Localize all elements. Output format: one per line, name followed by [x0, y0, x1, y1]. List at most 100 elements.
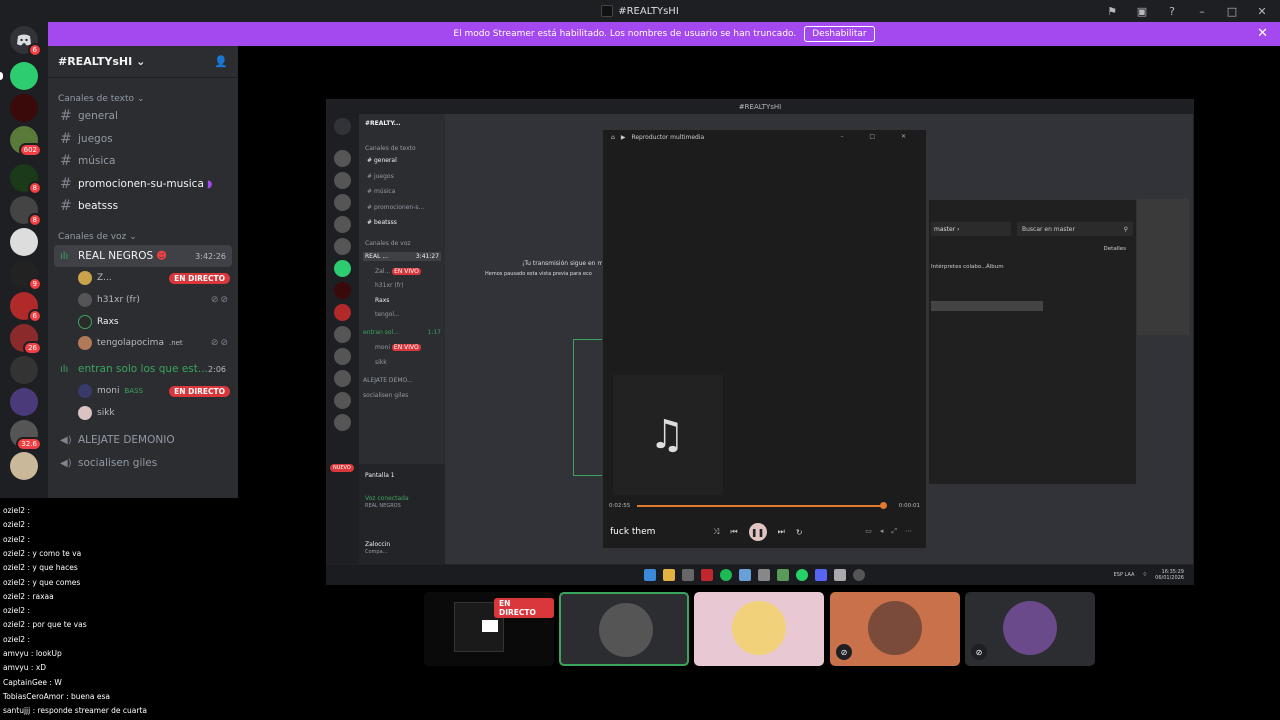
next-icon[interactable]: ⏭	[778, 527, 785, 537]
system-tray: ESP LAA ⌔ 16:35:29 06/01/2026	[1113, 569, 1184, 581]
close-button[interactable]: ✕	[1254, 5, 1270, 18]
server-cracked-icon[interactable]: 8	[10, 164, 42, 195]
inner-home-icon	[334, 118, 351, 135]
user-tile[interactable]	[694, 592, 824, 666]
chat-username: oziel2	[3, 591, 26, 601]
voice-user[interactable]: Z... EN DIRECTO	[78, 268, 230, 288]
user-tile[interactable]	[559, 592, 689, 666]
explorer-path[interactable]: master ›	[931, 222, 1011, 236]
file-explorer-window: master › Buscar en master ⚲ Detalles Inté…	[928, 199, 1137, 485]
player-extra-controls[interactable]: ▭◂⤢⋯	[865, 527, 920, 536]
explorer-column[interactable]: Intérpretes colabo...	[931, 264, 986, 270]
chat-username: amvyu	[3, 663, 29, 673]
user-tile[interactable]: ⊘	[965, 592, 1095, 666]
chat-line: oziel2 : por que te vas	[3, 620, 87, 629]
voice-user[interactable]: Raxs	[78, 312, 230, 332]
voice-user[interactable]: h31xr (fr) ⊘⊘	[78, 290, 230, 310]
player-window-controls[interactable]: – □ ✕	[840, 133, 918, 140]
channel-musica[interactable]: # música	[54, 150, 232, 172]
server-avatar-icon[interactable]	[10, 452, 38, 480]
clock: 16:35:29 06/01/2026	[1155, 569, 1184, 581]
server-avatar-icon[interactable]: 26	[10, 324, 42, 355]
previous-icon[interactable]: ⏮	[730, 527, 737, 537]
avatar	[78, 293, 92, 307]
help-icon[interactable]: ?	[1164, 5, 1180, 18]
voice-user[interactable]: tengolapocima .net ⊘⊘	[78, 333, 230, 353]
server-header[interactable]: #REALTYsHI ⌄ 👤	[48, 46, 238, 78]
chat-username: oziel2	[3, 577, 26, 587]
spotify-icon	[720, 569, 732, 581]
voice-channel-socialisen[interactable]: ◀) socialisen giles	[54, 452, 232, 474]
chat-separator: :	[28, 663, 36, 673]
search-icon: ⚲	[1123, 225, 1128, 233]
server-avatar-icon[interactable]: 9	[10, 260, 42, 291]
server-avatar-icon[interactable]: 8	[10, 196, 42, 227]
channel-general[interactable]: # general	[54, 105, 232, 127]
progress-bar[interactable]	[637, 502, 887, 509]
voice-channel-entran[interactable]: ılı entran solo los que est... 2:06	[54, 358, 232, 380]
screen-share-icon[interactable]: ▣	[1134, 5, 1150, 18]
explorer-details[interactable]: Detalles	[1104, 246, 1126, 252]
server-avatar-icon[interactable]: 32.6	[10, 420, 42, 451]
maximize-button[interactable]: □	[1224, 5, 1240, 18]
live-badge: EN DIRECTO	[169, 272, 230, 284]
badge: 6	[27, 43, 42, 57]
user-tile[interactable]: ⊘	[830, 592, 960, 666]
add-member-icon[interactable]: 👤	[214, 55, 228, 68]
explorer-search[interactable]: Buscar en master ⚲	[1017, 222, 1133, 236]
chat-line: TobiasCeroAmor : buena esa	[3, 692, 110, 701]
server-lightning-icon[interactable]	[10, 62, 38, 90]
channel-promocionen[interactable]: # promocionen-su-musica ◗	[54, 173, 232, 195]
new-badge: NUEVO	[330, 464, 354, 472]
voice-user[interactable]: moni BASS EN DIRECTO	[78, 381, 230, 401]
chevron-down-icon: ⌄	[129, 232, 137, 242]
explorer-row[interactable]	[931, 301, 1043, 311]
server-end-icon[interactable]	[10, 228, 38, 256]
voice-channel-alejate[interactable]: ◀) ALEJATE DEMONIO	[54, 429, 232, 451]
chevron-down-icon: ⌄	[136, 55, 146, 68]
server-avatar-icon[interactable]	[10, 388, 38, 416]
server-avatar-icon[interactable]: 602	[10, 126, 42, 157]
chat-username: oziel2	[3, 563, 26, 573]
voice-user[interactable]: sikk	[78, 403, 230, 423]
channel-sidebar: #REALTYsHI ⌄ 👤 Canales de texto ⌄ # gener…	[48, 46, 238, 498]
channel-beatsss[interactable]: # beatsss	[54, 195, 232, 217]
chat-message: y que haces	[32, 563, 78, 573]
pause-button[interactable]: ❚❚	[748, 523, 767, 541]
whatsapp-icon	[796, 569, 808, 581]
badge: 9	[27, 277, 42, 291]
repeat-icon[interactable]: ↻	[796, 528, 803, 537]
stream-tile[interactable]: EN DIRECTO	[424, 592, 554, 666]
disable-streamer-button[interactable]: Deshabilitar	[804, 26, 875, 42]
home-icon[interactable]: ⌂	[611, 134, 615, 141]
muted-deafened-icon: ⊘⊘	[210, 295, 230, 305]
shuffle-icon[interactable]: ⤨	[713, 527, 719, 537]
progress-knob[interactable]	[879, 502, 887, 509]
close-icon[interactable]: ✕	[1257, 26, 1268, 41]
server-avatar-icon[interactable]: 6	[10, 292, 42, 323]
voice-channel-real-negros[interactable]: ılı REAL NEGROS ☻ 3:42:26	[54, 245, 232, 267]
chat-line: oziel2 : y como te va	[3, 549, 81, 558]
inner-server-icon	[334, 304, 351, 321]
server-avatar-icon[interactable]	[10, 356, 38, 384]
inbox-icon[interactable]: ⚑	[1104, 5, 1120, 18]
chat-line: amvyu : xD	[3, 663, 46, 672]
chat-line: oziel2 :	[3, 606, 30, 615]
badge: 8	[27, 213, 42, 227]
home-discord-icon[interactable]: 6	[10, 26, 42, 57]
chat-message: y que comes	[32, 577, 81, 587]
chat-separator: :	[25, 534, 31, 544]
voice-category[interactable]: Canales de voz ⌄	[48, 228, 147, 246]
app-icon	[834, 569, 846, 581]
server-red-face-icon[interactable]	[10, 94, 38, 122]
minimize-button[interactable]: –	[1194, 5, 1210, 18]
channel-juegos[interactable]: # juegos	[54, 128, 232, 150]
discord-window: #REALTYsHI ⚑ ▣ ? – □ ✕ El modo Streamer …	[0, 0, 1280, 720]
inner-channel: # general	[367, 157, 397, 164]
inner-title: #REALTYsHI	[327, 100, 1193, 114]
voice-active-icon: ılı	[60, 363, 69, 375]
explorer-column[interactable]: Álbum	[986, 264, 1004, 270]
song-title: fuck them	[610, 527, 656, 537]
chat-username: CaptainGee	[3, 677, 48, 687]
inner-server-icon	[334, 326, 351, 343]
